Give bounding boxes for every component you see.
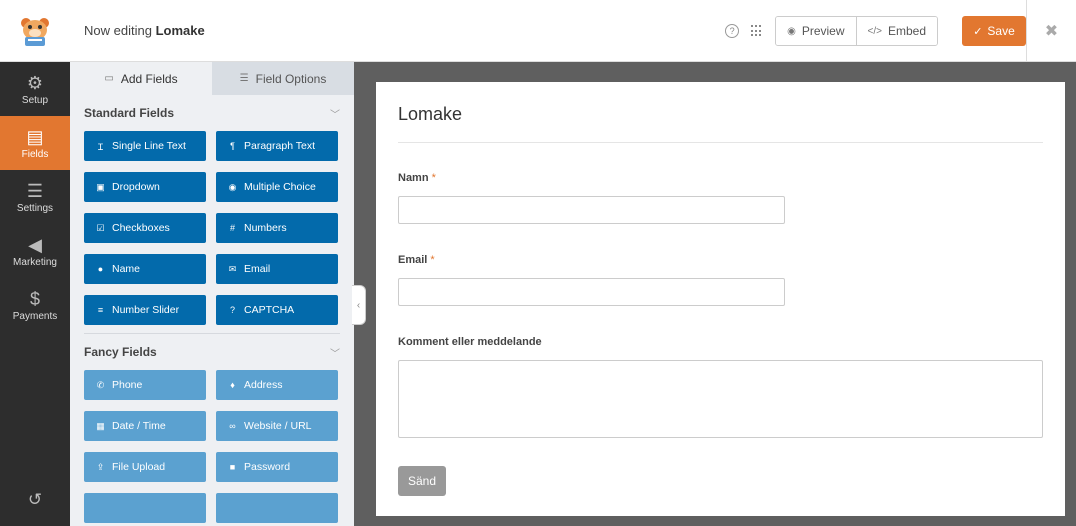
submit-button[interactable]: Sänd [398, 466, 446, 496]
lock-icon: ■ [229, 462, 236, 472]
field-single-line-text[interactable]: Ɪ Single Line Text [84, 131, 206, 161]
field-multiple-choice[interactable]: ◉ Multiple Choice [216, 172, 338, 202]
field-address[interactable]: ♦ Address [216, 370, 338, 400]
form-title: Lomake [398, 104, 463, 124]
sliders-icon: ☰ [26, 180, 44, 201]
gear-icon: ⚙ [26, 72, 44, 93]
eye-icon: ◉ [787, 25, 796, 37]
sidebar-item-marketing[interactable]: ◀ Marketing [0, 224, 70, 278]
hash-icon: # [229, 223, 235, 233]
builder-sidebar: ⚙ Setup ▤ Fields ☰ Settings ◀ Marketing … [0, 62, 70, 526]
page-title: Now editing Lomake [84, 23, 205, 38]
field-label-namn[interactable]: Namn * [398, 172, 436, 184]
form-name: Lomake [155, 23, 205, 38]
upload-icon: ⇪ [96, 461, 105, 472]
tab-add-fields[interactable]: ▭ Add Fields [70, 62, 212, 95]
preview-button[interactable]: ◉ Preview [776, 17, 856, 45]
field-paragraph-text[interactable]: ¶ Paragraph Text [216, 131, 338, 161]
field-email[interactable]: ✉ Email [216, 254, 338, 284]
embed-button[interactable]: </> Embed [855, 17, 937, 45]
sidebar-item-fields[interactable]: ▤ Fields [0, 116, 70, 170]
dollar-icon: $ [29, 288, 40, 309]
field-captcha[interactable]: ? CAPTCHA [216, 295, 338, 325]
field-partial-2[interactable] [216, 493, 338, 523]
field-numbers[interactable]: # Numbers [216, 213, 338, 243]
map-pin-icon: ♦ [230, 380, 235, 390]
fancy-fields-grid: ✆ Phone ♦ Address ▦ Date / Time ∞ Website / … [70, 370, 354, 523]
link-icon: ∞ [229, 421, 236, 431]
check-icon: ✓ [973, 25, 983, 38]
field-partial-1[interactable] [84, 493, 206, 523]
field-password[interactable]: ■ Password [216, 452, 338, 482]
sliders-icon: ☰ [239, 73, 249, 84]
checkbox-icon: ☑ [96, 222, 105, 233]
fields-panel: ▭ Add Fields ☰ Field Options Standard Fi… [70, 62, 354, 526]
help-icon[interactable]: ? [725, 24, 740, 38]
tab-field-options[interactable]: ☰ Field Options [212, 62, 354, 95]
top-bar: Now editing Lomake ? ◉ Preview </> Embed… [0, 0, 1076, 62]
chevron-left-icon: ‹ [356, 299, 361, 311]
field-dropdown[interactable]: ▣ Dropdown [84, 172, 206, 202]
chevron-down-icon: ﹀ [330, 109, 340, 121]
namn-input[interactable] [398, 196, 785, 224]
field-website-url[interactable]: ∞ Website / URL [216, 411, 338, 441]
save-button[interactable]: ✓ Save [962, 16, 1026, 46]
sidebar-item-payments[interactable]: $ Payments [0, 278, 70, 332]
grid-icon[interactable] [751, 25, 763, 37]
envelope-icon: ✉ [228, 263, 237, 274]
close-icon[interactable]: ✖ [1026, 0, 1076, 62]
field-name[interactable]: ● Name [84, 254, 206, 284]
fancy-fields-header[interactable]: Fancy Fields ﹀ [84, 334, 340, 370]
fields-icon: ▤ [26, 126, 44, 147]
radio-icon: ◉ [228, 181, 237, 192]
sidebar-item-setup[interactable]: ⚙ Setup [0, 62, 70, 116]
field-number-slider[interactable]: ≡ Number Slider [84, 295, 206, 325]
text-cursor-icon: Ɪ [97, 141, 103, 152]
question-icon: ? [229, 305, 235, 315]
revisions-icon[interactable]: ↺ [0, 490, 70, 510]
chevron-down-icon: ﹀ [330, 348, 340, 360]
wpforms-logo[interactable] [0, 0, 70, 62]
field-checkboxes[interactable]: ☑ Checkboxes [84, 213, 206, 243]
collapse-panel-handle[interactable]: ‹ [352, 285, 366, 325]
dropdown-icon: ▣ [96, 181, 105, 192]
standard-fields-grid: Ɪ Single Line Text ¶ Paragraph Text ▣ Dropd… [70, 131, 354, 325]
calendar-icon: ▦ [96, 420, 105, 431]
email-input[interactable] [398, 278, 785, 306]
phone-icon: ✆ [96, 379, 105, 390]
paragraph-icon: ¶ [230, 141, 235, 151]
slider-icon: ≡ [97, 305, 104, 315]
form-preview: Lomake Namn * Email * Komment eller meddel… [376, 82, 1065, 516]
list-icon: ▭ [104, 73, 114, 84]
field-date-time[interactable]: ▦ Date / Time [84, 411, 206, 441]
standard-fields-header[interactable]: Standard Fields ﹀ [84, 95, 340, 131]
field-file-upload[interactable]: ⇪ File Upload [84, 452, 206, 482]
sidebar-item-settings[interactable]: ☰ Settings [0, 170, 70, 224]
bear-mascot-icon [21, 18, 49, 46]
comment-textarea[interactable] [398, 360, 1043, 438]
field-label-email[interactable]: Email * [398, 254, 435, 266]
field-label-comment[interactable]: Komment eller meddelande [398, 336, 542, 348]
code-icon: </> [867, 25, 882, 37]
megaphone-icon: ◀ [28, 234, 42, 255]
field-phone[interactable]: ✆ Phone [84, 370, 206, 400]
user-icon: ● [97, 264, 104, 274]
